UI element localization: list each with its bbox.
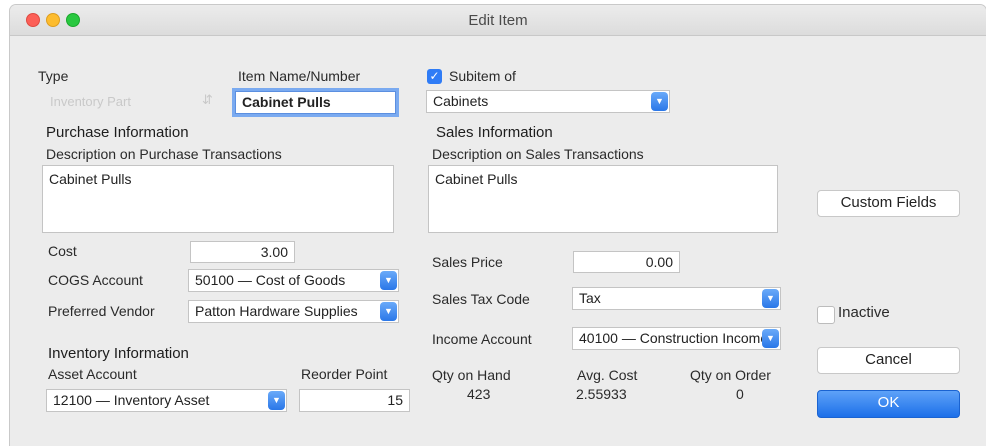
sales-price-input[interactable]: 0.00 xyxy=(573,251,680,273)
purchase-description-text: Cabinet Pulls xyxy=(49,171,132,187)
income-account-value: 40100 — Construction Income xyxy=(579,330,769,346)
sales-info-header: Sales Information xyxy=(436,124,553,141)
reorder-point-label: Reorder Point xyxy=(301,366,388,382)
purchase-info-header: Purchase Information xyxy=(46,124,189,141)
cancel-button[interactable]: Cancel xyxy=(817,347,960,374)
inactive-checkbox[interactable] xyxy=(817,306,835,324)
sales-tax-code-label: Sales Tax Code xyxy=(432,291,530,307)
qty-on-order-label: Qty on Order xyxy=(690,367,771,383)
chevron-down-icon: ▼ xyxy=(380,271,397,290)
item-name-label: Item Name/Number xyxy=(238,68,361,84)
chevron-down-icon: ▼ xyxy=(762,329,779,348)
sales-tax-code-value: Tax xyxy=(579,290,601,306)
purchase-desc-label: Description on Purchase Transactions xyxy=(46,146,282,162)
title-bar: Edit Item xyxy=(10,5,986,36)
avg-cost-label: Avg. Cost xyxy=(577,367,638,383)
purchase-description-textarea[interactable]: Cabinet Pulls xyxy=(42,165,394,233)
checkmark-icon: ✓ xyxy=(429,69,440,83)
cogs-account-select[interactable]: 50100 — Cost of Goods ▼ xyxy=(188,269,399,292)
ok-button[interactable]: OK xyxy=(817,390,960,418)
chevron-down-icon: ▼ xyxy=(268,391,285,410)
asset-account-label: Asset Account xyxy=(48,366,137,382)
type-value: Inventory Part xyxy=(50,94,131,109)
custom-fields-button[interactable]: Custom Fields xyxy=(817,190,960,217)
chevron-down-icon: ▼ xyxy=(762,289,779,308)
asset-account-select[interactable]: 12100 — Inventory Asset ▼ xyxy=(46,389,287,412)
edit-item-window: Edit Item Type Inventory Part ⇵ Item Nam… xyxy=(10,5,986,446)
updown-icon: ⇵ xyxy=(202,92,213,107)
type-label: Type xyxy=(38,68,69,84)
sales-description-text: Cabinet Pulls xyxy=(435,171,518,187)
cost-label: Cost xyxy=(48,243,77,259)
item-name-input[interactable]: Cabinet Pulls xyxy=(235,91,396,114)
sales-desc-label: Description on Sales Transactions xyxy=(432,146,644,162)
chevron-down-icon: ▼ xyxy=(380,302,397,321)
preferred-vendor-label: Preferred Vendor xyxy=(48,303,155,319)
preferred-vendor-value: Patton Hardware Supplies xyxy=(195,303,358,319)
subitem-label: Subitem of xyxy=(449,68,516,84)
subitem-value: Cabinets xyxy=(433,93,489,109)
income-account-select[interactable]: 40100 — Construction Income ▼ xyxy=(572,327,781,350)
income-account-label: Income Account xyxy=(432,331,532,347)
qty-on-hand-label: Qty on Hand xyxy=(432,367,511,383)
cost-input[interactable]: 3.00 xyxy=(190,241,295,263)
subitem-checkbox[interactable]: ✓ xyxy=(427,69,442,84)
sales-price-label: Sales Price xyxy=(432,254,503,270)
sales-tax-code-select[interactable]: Tax ▼ xyxy=(572,287,781,310)
inventory-info-header: Inventory Information xyxy=(48,345,189,362)
chevron-down-icon: ▼ xyxy=(651,92,668,111)
subitem-select[interactable]: Cabinets ▼ xyxy=(426,90,670,113)
cogs-account-value: 50100 — Cost of Goods xyxy=(195,272,346,288)
qty-on-hand-value: 423 xyxy=(467,386,491,402)
type-select: Inventory Part ⇵ xyxy=(50,92,222,109)
preferred-vendor-select[interactable]: Patton Hardware Supplies ▼ xyxy=(188,300,399,323)
avg-cost-value: 2.55933 xyxy=(576,386,627,402)
cogs-account-label: COGS Account xyxy=(48,272,143,288)
qty-on-order-value: 0 xyxy=(736,386,744,402)
window-title: Edit Item xyxy=(468,12,528,29)
reorder-point-input[interactable]: 15 xyxy=(299,389,410,412)
asset-account-value: 12100 — Inventory Asset xyxy=(53,392,210,408)
sales-description-textarea[interactable]: Cabinet Pulls xyxy=(428,165,778,233)
inactive-label: Inactive xyxy=(838,304,890,321)
